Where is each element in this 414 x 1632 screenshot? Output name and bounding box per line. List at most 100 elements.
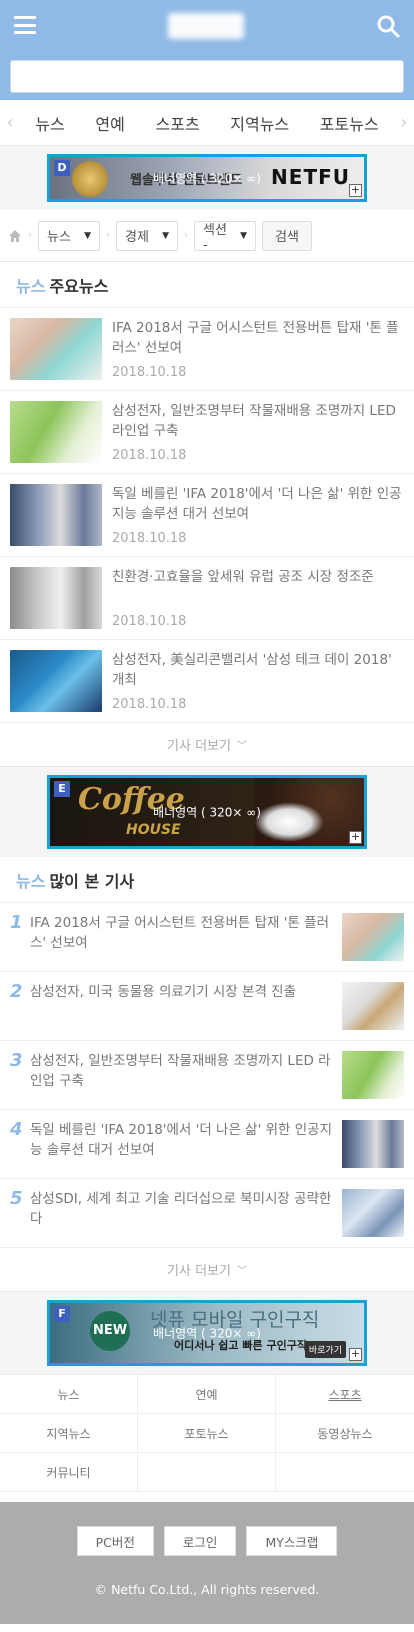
chevron-down-icon: ﹀ — [236, 1266, 247, 1277]
category-link-label: 지역뉴스 — [46, 1426, 91, 1441]
popular-thumbnail[interactable] — [342, 982, 404, 1030]
category-link-label: 스포츠 — [328, 1387, 362, 1402]
category-empty-cell — [138, 1453, 276, 1492]
footer: PC버전 로그인 MY스크랩 © Netfu Co.Ltd., All righ… — [0, 1502, 414, 1624]
home-icon[interactable] — [8, 229, 22, 243]
filter-bar: › 뉴스 ▼ › 경제 ▼ › 섹션 - ▼ 검색 — [0, 210, 414, 262]
news-title[interactable]: 삼성전자, 美실리콘밸리서 '삼성 테크 데이 2018' 개최 — [112, 650, 404, 690]
nav-right-arrow-icon[interactable]: › — [394, 112, 414, 133]
separator-chevron-icon: › — [184, 230, 188, 241]
popular-thumbnail[interactable] — [342, 1120, 404, 1168]
category-link-video-news[interactable]: 동영상뉴스 — [276, 1414, 414, 1453]
popular-title[interactable]: 삼성SDI, 세계 최고 기술 리더십으로 북미시장 공략한다 — [30, 1189, 332, 1229]
site-logo[interactable] — [168, 13, 244, 39]
subcategory-select-value: 경제 — [125, 230, 149, 245]
popular-news-heading: 뉴스 많이 본 기사 — [0, 857, 414, 903]
popular-item[interactable]: 1 IFA 2018서 구글 어시스턴트 전용버튼 탑재 '톤 플러스' 선보여 — [0, 903, 414, 972]
news-item[interactable]: IFA 2018서 구글 어시스턴트 전용버튼 탑재 '톤 플러스' 선보여 2… — [0, 308, 414, 391]
nav-left-arrow-icon[interactable]: ‹ — [0, 112, 20, 133]
banner-label: 배너영역 ( 320× ∞) — [153, 805, 261, 820]
news-item[interactable]: 친환경·고효율을 앞세워 유럽 공조 시장 정조준 2018.10.18 — [0, 557, 414, 640]
banner-f-goto-button[interactable]: 바로가기 — [304, 1341, 346, 1358]
separator-chevron-icon: › — [28, 230, 32, 241]
news-item[interactable]: 삼성전자, 美실리콘밸리서 '삼성 테크 데이 2018' 개최 2018.10… — [0, 640, 414, 723]
popular-title[interactable]: 삼성전자, 일반조명부터 작물재배용 조명까지 LED 라인업 구축 — [30, 1051, 332, 1091]
popular-item[interactable]: 3 삼성전자, 일반조명부터 작물재배용 조명까지 LED 라인업 구축 — [0, 1041, 414, 1110]
rank-number: 1 — [10, 912, 23, 933]
banner-d[interactable]: D 웹솔루션 전문브랜드 NETFU 배너영역 ( 320× ∞) + — [47, 154, 367, 202]
banner-e[interactable]: E Coffee HOUSE 배너영역 ( 320× ∞) + — [47, 775, 367, 849]
subcategory-select[interactable]: 경제 ▼ — [116, 220, 178, 251]
more-articles-button[interactable]: 기사 더보기 ﹀ — [0, 723, 414, 767]
search-icon[interactable] — [376, 14, 400, 38]
tab-photo-news[interactable]: 포토뉴스 — [320, 111, 379, 135]
login-button[interactable]: 로그인 — [163, 1526, 237, 1556]
popular-item[interactable]: 4 독일 베를린 'IFA 2018'에서 '더 나은 삶' 위한 인공지능 솔… — [0, 1110, 414, 1179]
search-input[interactable] — [10, 60, 404, 93]
pc-version-button[interactable]: PC버전 — [76, 1526, 154, 1556]
news-date: 2018.10.18 — [112, 531, 187, 546]
expand-plus-icon[interactable]: + — [349, 184, 362, 197]
tab-news[interactable]: 뉴스 — [35, 111, 64, 135]
rank-number: 5 — [10, 1188, 23, 1209]
popular-thumbnail[interactable] — [342, 913, 404, 961]
category-link-sports[interactable]: 스포츠 — [276, 1375, 414, 1414]
popular-thumbnail[interactable] — [342, 1051, 404, 1099]
category-select[interactable]: 뉴스 ▼ — [38, 220, 100, 251]
news-thumbnail[interactable] — [10, 401, 102, 463]
banner-badge: E — [54, 781, 70, 797]
section-select-value: 섹션 - — [203, 222, 227, 253]
category-link-news[interactable]: 뉴스 — [0, 1375, 138, 1414]
search-button[interactable]: 검색 — [262, 220, 312, 251]
more-articles-button[interactable]: 기사 더보기 ﹀ — [0, 1248, 414, 1292]
category-link-label: 동영상뉴스 — [317, 1426, 373, 1441]
news-thumbnail[interactable] — [10, 567, 102, 629]
news-item[interactable]: 독일 베를린 'IFA 2018'에서 '더 나은 삶' 위한 인공지능 솔루션… — [0, 474, 414, 557]
news-item[interactable]: 삼성전자, 일반조명부터 작물재배용 조명까지 LED 라인업 구축 2018.… — [0, 391, 414, 474]
news-date: 2018.10.18 — [112, 365, 187, 380]
popular-title[interactable]: IFA 2018서 구글 어시스턴트 전용버튼 탑재 '톤 플러스' 선보여 — [30, 913, 332, 953]
section-title-label: 많이 본 기사 — [49, 871, 135, 891]
popular-title[interactable]: 삼성전자, 미국 동물용 의료기기 시장 본격 진출 — [30, 982, 332, 1002]
news-title[interactable]: IFA 2018서 구글 어시스턴트 전용버튼 탑재 '톤 플러스' 선보여 — [112, 318, 404, 358]
banner-row-d: D 웹솔루션 전문브랜드 NETFU 배너영역 ( 320× ∞) + — [0, 146, 414, 210]
category-link-community[interactable]: 커뮤니티 — [0, 1453, 138, 1492]
news-thumbnail[interactable] — [10, 318, 102, 380]
separator-chevron-icon: › — [106, 230, 110, 241]
category-empty-cell — [276, 1453, 414, 1492]
section-select[interactable]: 섹션 - ▼ — [194, 220, 256, 253]
category-link-local-news[interactable]: 지역뉴스 — [0, 1414, 138, 1453]
caret-down-icon: ▼ — [162, 230, 169, 241]
popular-item[interactable]: 2 삼성전자, 미국 동물용 의료기기 시장 본격 진출 — [0, 972, 414, 1041]
more-articles-label: 기사 더보기 — [167, 1264, 231, 1279]
news-date: 2018.10.18 — [112, 614, 187, 629]
tab-entertainment[interactable]: 연예 — [95, 111, 124, 135]
news-thumbnail[interactable] — [10, 650, 102, 712]
category-link-photo-news[interactable]: 포토뉴스 — [138, 1414, 276, 1453]
popular-title[interactable]: 독일 베를린 'IFA 2018'에서 '더 나은 삶' 위한 인공지능 솔루션… — [30, 1120, 332, 1160]
news-title[interactable]: 삼성전자, 일반조명부터 작물재배용 조명까지 LED 라인업 구축 — [112, 401, 404, 441]
popular-item[interactable]: 5 삼성SDI, 세계 최고 기술 리더십으로 북미시장 공략한다 — [0, 1179, 414, 1248]
banner-row-e: E Coffee HOUSE 배너영역 ( 320× ∞) + — [0, 767, 414, 857]
popular-thumbnail[interactable] — [342, 1189, 404, 1237]
banner-f[interactable]: F NEW 넷퓨 모바일 구인구직 어디서나 쉽고 빠른 구인구직! 바로가기 … — [47, 1300, 367, 1366]
hamburger-menu-icon[interactable] — [14, 16, 36, 34]
news-title[interactable]: 친환경·고효율을 앞세워 유럽 공조 시장 정조준 — [112, 567, 404, 587]
expand-plus-icon[interactable]: + — [349, 1348, 362, 1361]
category-link-label: 뉴스 — [57, 1387, 80, 1402]
banner-label: 배너영역 ( 320× ∞) — [153, 1326, 261, 1341]
my-scrap-button[interactable]: MY스크랩 — [246, 1526, 338, 1556]
section-category-label: 뉴스 — [16, 871, 46, 891]
news-thumbnail[interactable] — [10, 484, 102, 546]
section-title-label: 주요뉴스 — [49, 276, 109, 296]
chevron-down-icon: ﹀ — [236, 741, 247, 752]
expand-plus-icon[interactable]: + — [349, 831, 362, 844]
category-link-entertainment[interactable]: 연예 — [138, 1375, 276, 1414]
main-news-heading: 뉴스 주요뉴스 — [0, 262, 414, 308]
header — [0, 0, 414, 100]
news-title[interactable]: 독일 베를린 'IFA 2018'에서 '더 나은 삶' 위한 인공지능 솔루션… — [112, 484, 404, 524]
tab-sports[interactable]: 스포츠 — [155, 111, 199, 135]
tab-local-news[interactable]: 지역뉴스 — [230, 111, 289, 135]
caret-down-icon: ▼ — [240, 230, 247, 241]
rank-number: 3 — [10, 1050, 23, 1071]
